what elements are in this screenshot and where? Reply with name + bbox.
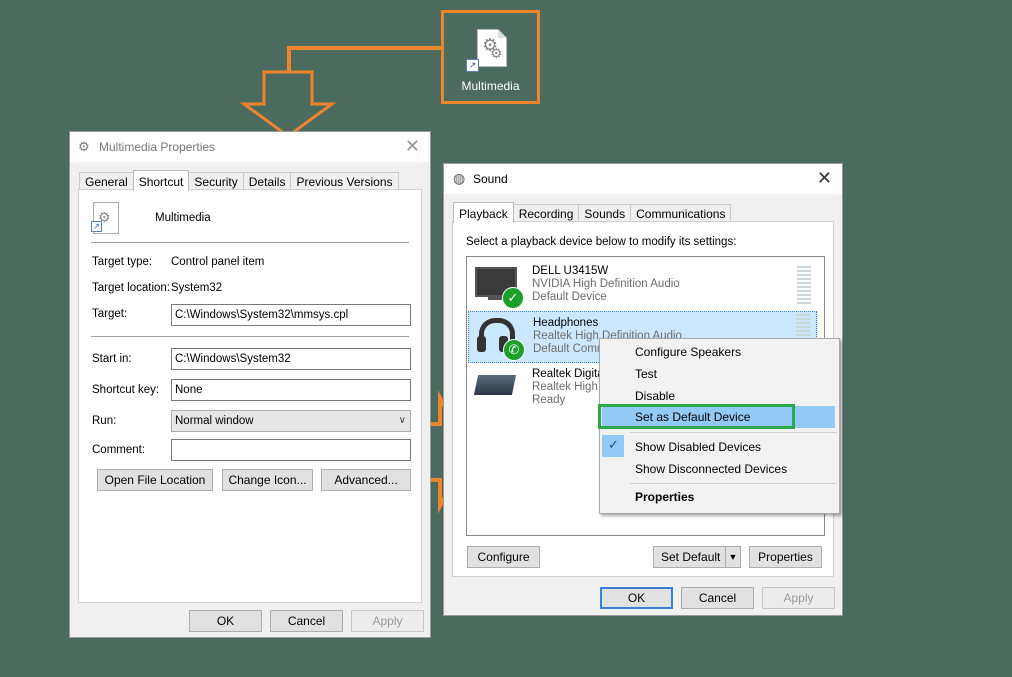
configure-button[interactable]: Configure [467, 546, 540, 568]
comment-label: Comment: [92, 444, 146, 456]
target-type-value: Control panel item [171, 256, 265, 268]
menu-item-show-disconnected[interactable]: Show Disconnected Devices [635, 462, 787, 476]
device-item-dell[interactable]: ✓ DELL U3415W NVIDIA High Definition Aud… [468, 258, 821, 310]
shortcut-key-label: Shortcut key: [92, 384, 160, 396]
menu-separator [630, 483, 837, 484]
apply-button[interactable]: Apply [762, 587, 835, 609]
run-select-value: Normal window [175, 415, 254, 427]
advanced-button[interactable]: Advanced... [321, 469, 411, 491]
menu-item-test[interactable]: Test [635, 367, 657, 381]
comment-field[interactable] [171, 439, 411, 461]
device-status: Ready [532, 394, 566, 406]
volume-meter [796, 314, 810, 336]
menu-separator [630, 432, 837, 433]
dropdown-arrow-icon[interactable]: ▼ [725, 547, 740, 567]
target-type-label: Target type: [92, 256, 153, 268]
multimedia-properties-dialog: ⚙ Multimedia Properties ✕ General Shortc… [69, 131, 431, 638]
cancel-button[interactable]: Cancel [681, 587, 754, 609]
open-file-location-button[interactable]: Open File Location [97, 469, 213, 491]
device-name: DELL U3415W [532, 265, 609, 277]
menu-item-show-disabled[interactable]: Show Disabled Devices [635, 440, 761, 454]
ok-button[interactable]: OK [600, 587, 673, 609]
monitor-stand [488, 296, 502, 300]
digital-output-icon [473, 375, 517, 395]
apply-button[interactable]: Apply [351, 610, 424, 632]
connector-line [287, 46, 441, 72]
multimedia-file-icon: ⚙ ↗ [91, 202, 119, 234]
shortcut-name: Multimedia [155, 212, 211, 224]
chevron-down-icon: ∨ [398, 415, 406, 426]
down-arrow-outline [239, 70, 337, 138]
close-icon[interactable]: ✕ [405, 136, 420, 156]
change-icon-button[interactable]: Change Icon... [222, 469, 313, 491]
run-label: Run: [92, 415, 117, 427]
device-status: Default Device [532, 291, 607, 303]
set-default-button[interactable]: Set Default ▼ [653, 546, 741, 568]
menu-item-configure-speakers[interactable]: Configure Speakers [635, 345, 741, 359]
checkmark-icon: ✓ [608, 437, 619, 452]
dialog-title: Sound [473, 172, 508, 186]
target-label: Target: [92, 308, 128, 320]
shortcut-arrow-icon: ↗ [91, 221, 102, 232]
phone-badge-icon: ✆ [503, 339, 525, 361]
volume-meter [797, 266, 811, 306]
shortcut-key-field[interactable]: None [171, 379, 411, 401]
dialog-title: Multimedia Properties [99, 140, 216, 154]
target-location-label: Target location: [92, 282, 170, 294]
target-field[interactable]: C:\Windows\System32\mmsys.cpl [171, 304, 411, 326]
close-icon[interactable]: ✕ [817, 168, 832, 188]
properties-button[interactable]: Properties [749, 546, 822, 568]
divider [91, 336, 409, 337]
device-driver: NVIDIA High Definition Audio [532, 278, 680, 290]
start-in-label: Start in: [92, 353, 132, 365]
menu-item-properties[interactable]: Properties [635, 490, 694, 504]
instruction-text: Select a playback device below to modify… [466, 236, 737, 248]
start-in-field[interactable]: C:\Windows\System32 [171, 348, 411, 370]
shortcut-panel: ⚙ ↗ Multimedia Target type: Control pane… [78, 189, 422, 603]
cancel-button[interactable]: Cancel [270, 610, 343, 632]
device-name: Headphones [533, 317, 599, 329]
shortcut-file-icon: ⚙ [78, 139, 90, 154]
headphones-earcup [477, 336, 486, 352]
tab-shortcut[interactable]: Shortcut [132, 170, 190, 191]
divider [91, 242, 409, 243]
run-select[interactable]: Normal window ∨ [171, 410, 411, 432]
speaker-icon: ◍ [453, 170, 466, 186]
title-bar: ◍ Sound ✕ [444, 164, 842, 194]
check-badge-icon: ✓ [502, 287, 524, 309]
target-location-value: System32 [171, 282, 223, 294]
set-default-label: Set Default [661, 550, 721, 564]
highlight-box [598, 404, 795, 429]
ok-button[interactable]: OK [189, 610, 262, 632]
tab-playback[interactable]: Playback [453, 202, 514, 223]
title-bar: ⚙ Multimedia Properties ✕ [70, 132, 430, 162]
menu-item-disable[interactable]: Disable [635, 389, 675, 403]
